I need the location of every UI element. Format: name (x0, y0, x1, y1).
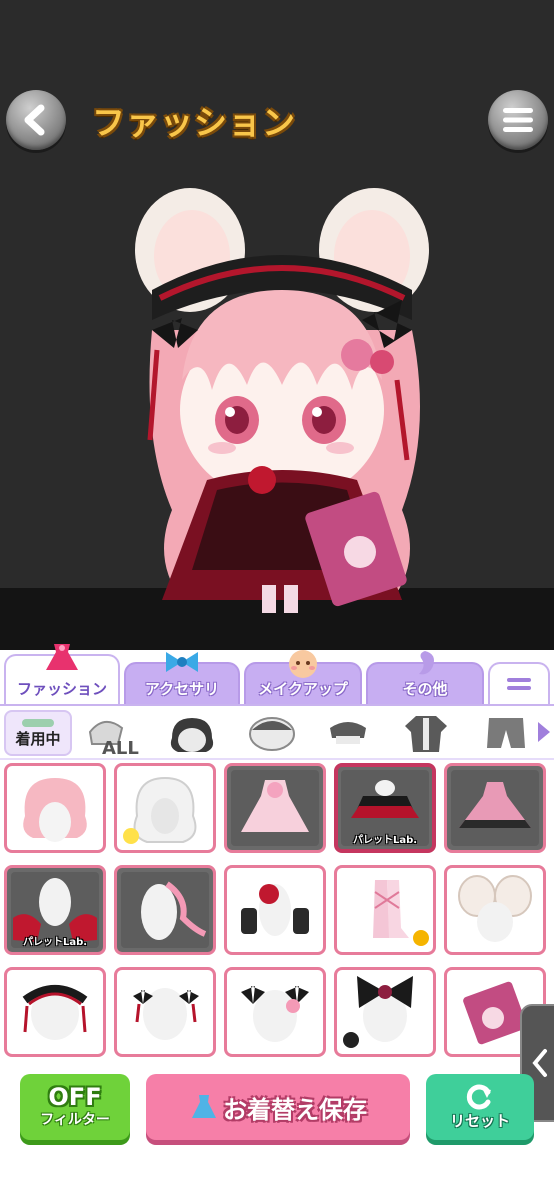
refresh-icon (466, 1084, 491, 1109)
reset-button[interactable]: リセット (426, 1074, 534, 1140)
subcategory-face[interactable] (240, 710, 304, 756)
subcategory-headwear[interactable] (316, 710, 380, 756)
subcategory-bottom[interactable] (474, 710, 538, 756)
tab-accessory[interactable]: アクセサリ (124, 652, 240, 704)
back-button[interactable] (6, 90, 66, 150)
item-brand-tag: パレットLab. (22, 937, 88, 948)
face-mask-icon (249, 717, 295, 751)
more-tabs-button[interactable] (488, 662, 550, 704)
avatar-stage: ファッション (0, 0, 554, 650)
chevron-left-icon (532, 1049, 547, 1077)
gloves-item-icon (241, 884, 309, 936)
hair-icon (170, 718, 214, 752)
ears-item-icon (458, 875, 532, 942)
tab-label: その他 (402, 680, 448, 698)
tab-other[interactable]: その他 (366, 651, 484, 704)
ribbon-item-icon (141, 881, 207, 940)
dress-item-icon (459, 782, 531, 828)
item-tile[interactable] (224, 967, 326, 1057)
page-title: ファッション (92, 103, 296, 142)
screen: ファッション ファッション アクセサリ メイクアップ その他 着用中 ALL パ… (0, 0, 554, 1200)
scroll-right-icon[interactable] (536, 720, 552, 744)
item-tile[interactable] (444, 865, 546, 955)
item-tile[interactable] (334, 967, 436, 1057)
filter-button[interactable]: OFF フィルター (20, 1074, 130, 1140)
save-label: お着替え保存 (223, 1095, 367, 1124)
item-brand-tag: パレットLab. (352, 835, 418, 846)
filter-state: OFF (48, 1083, 102, 1111)
reset-label: リセット (449, 1111, 510, 1130)
item-tile[interactable] (114, 967, 216, 1057)
tab-makeup[interactable]: メイクアップ (244, 650, 362, 704)
avatar-character[interactable] (112, 180, 452, 620)
item-tile[interactable]: パレットLab. (334, 763, 436, 853)
hairclip-item-icon (133, 988, 199, 1040)
item-tile[interactable] (444, 763, 546, 853)
hairclip-item-icon (241, 986, 309, 1042)
bow-icon (166, 652, 198, 672)
pants-icon (487, 718, 525, 748)
filter-label: フィルター (40, 1112, 110, 1128)
item-tile[interactable]: パレットLab. (4, 865, 106, 955)
all-text: ALL (102, 738, 139, 756)
tab-label: アクセサリ (144, 680, 220, 698)
headdress-item-icon (22, 985, 88, 1040)
save-outfit-button[interactable]: お着替え保存 (146, 1074, 410, 1140)
all-items-icon: ALL (88, 721, 139, 756)
subcategory-hair[interactable] (160, 710, 224, 756)
tab-label: ファッション (16, 680, 107, 698)
dress-icon (46, 644, 78, 670)
dress-item-icon (241, 780, 309, 832)
subcategory-all[interactable]: ALL (82, 710, 146, 756)
item-tile[interactable] (224, 763, 326, 853)
equipped-filter[interactable]: 着用中 (4, 710, 72, 756)
subcategory-jacket[interactable] (394, 710, 458, 756)
subcategory-bar: 着用中 ALL (0, 704, 554, 760)
limited-badge-icon (343, 1032, 359, 1048)
category-tabs: ファッション アクセサリ メイクアップ その他 (0, 644, 554, 704)
item-tile[interactable] (4, 763, 106, 853)
hamburger-icon (503, 108, 533, 132)
item-tile[interactable] (114, 865, 216, 955)
hint-bulb-icon (123, 828, 139, 844)
misc-icon (419, 651, 434, 675)
wardrobe-icon (22, 718, 54, 727)
item-tile[interactable] (114, 763, 216, 853)
jacket-icon (405, 716, 447, 752)
equals-icon (507, 678, 531, 690)
tab-label: メイクアップ (258, 680, 348, 698)
headband-icon (330, 722, 366, 744)
dress-icon (192, 1095, 216, 1118)
hair-item-icon (23, 778, 87, 842)
menu-button[interactable] (488, 90, 548, 150)
item-tile[interactable] (224, 865, 326, 955)
tab-fashion[interactable]: ファッション (4, 644, 120, 704)
item-tile[interactable] (4, 967, 106, 1057)
star-icon (413, 930, 429, 946)
equipped-label: 着用中 (15, 729, 61, 748)
chevron-left-icon (24, 104, 45, 136)
item-tile[interactable] (334, 865, 436, 955)
face-icon (289, 650, 317, 678)
